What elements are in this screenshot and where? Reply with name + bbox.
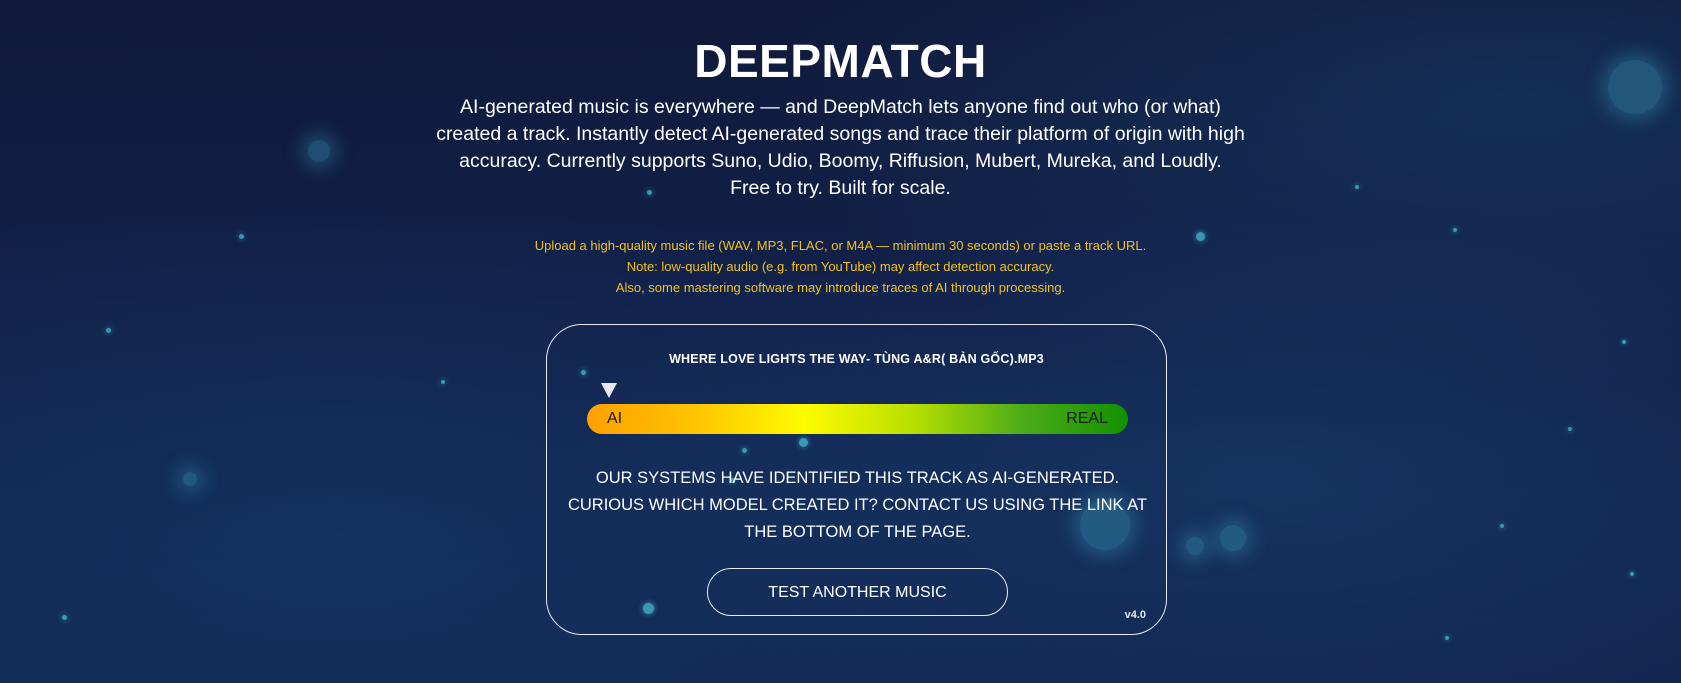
triangle-down-icon bbox=[600, 383, 617, 398]
particle bbox=[1630, 572, 1634, 576]
particle bbox=[1355, 185, 1359, 189]
intro-text: AI-generated music is everywhere — and D… bbox=[380, 94, 1301, 202]
notice-line: Note: low-quality audio (e.g. from YouTu… bbox=[626, 259, 1055, 274]
notice-line: Upload a high-quality music file (WAV, M… bbox=[534, 238, 1147, 253]
file-name: WHERE LOVE LIGHTS THE WAY- TÙNG A&R( BẢN… bbox=[669, 352, 1044, 366]
particle bbox=[62, 615, 67, 620]
meter-label-real: REAL bbox=[1066, 410, 1108, 427]
particle bbox=[441, 380, 445, 384]
intro-line: created a track. Instantly detect AI-gen… bbox=[436, 123, 1245, 145]
particle bbox=[1445, 636, 1449, 640]
notice-line: Also, some mastering software may introd… bbox=[615, 280, 1066, 295]
particle bbox=[1453, 228, 1457, 232]
intro-line: accuracy. Currently supports Suno, Udio,… bbox=[459, 150, 1222, 172]
ai-real-meter: AI REAL bbox=[587, 404, 1128, 434]
particle bbox=[1622, 340, 1626, 344]
particle bbox=[239, 234, 244, 239]
particle bbox=[106, 328, 111, 333]
particle bbox=[1186, 537, 1204, 555]
intro-line: Free to try. Built for scale. bbox=[730, 177, 951, 199]
particle bbox=[308, 140, 330, 162]
intro-line: AI-generated music is everywhere — and D… bbox=[460, 96, 1221, 118]
particle bbox=[183, 472, 197, 486]
app-title: DEEPMATCH bbox=[694, 35, 987, 87]
result-line: THE BOTTOM OF THE PAGE. bbox=[744, 523, 971, 541]
result-line: CURIOUS WHICH MODEL CREATED IT? CONTACT … bbox=[567, 496, 1148, 514]
particle bbox=[1568, 427, 1572, 431]
test-another-music-button[interactable]: TEST ANOTHER MUSIC bbox=[707, 568, 1008, 616]
result-line: OUR SYSTEMS HAVE IDENTIFIED THIS TRACK A… bbox=[595, 469, 1120, 487]
result-message: OUR SYSTEMS HAVE IDENTIFIED THIS TRACK A… bbox=[567, 465, 1148, 546]
meter-label-ai: AI bbox=[607, 410, 623, 427]
particle bbox=[1500, 524, 1504, 528]
result-card: WHERE LOVE LIGHTS THE WAY- TÙNG A&R( BẢN… bbox=[546, 324, 1167, 635]
version-label: v4.0 bbox=[1124, 609, 1146, 621]
particle bbox=[1220, 525, 1246, 551]
upload-notice: Upload a high-quality music file (WAV, M… bbox=[380, 235, 1301, 298]
